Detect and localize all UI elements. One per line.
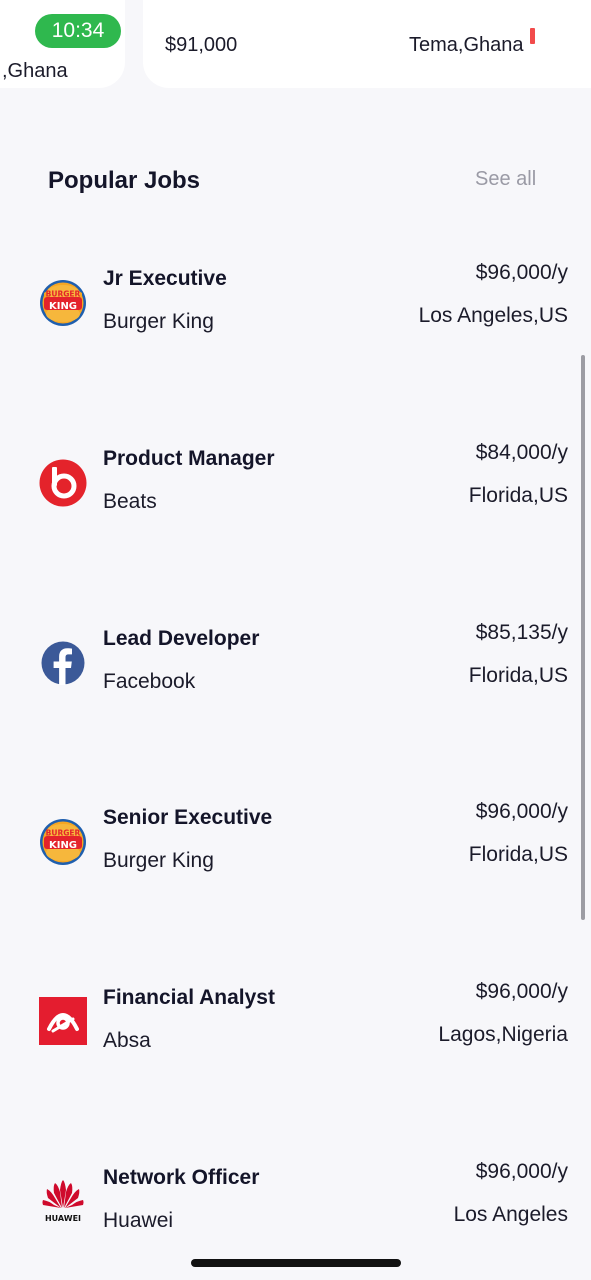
job-location: Los Angeles [453, 1203, 568, 1226]
job-list-item[interactable]: BURGER KING Senior Executive Burger King… [0, 800, 591, 938]
beats-logo-icon [39, 459, 87, 507]
job-location: Florida,US [468, 664, 568, 687]
recording-indicator [530, 28, 535, 44]
huawei-logo-icon: HUAWEI [39, 1176, 87, 1224]
featured-job-location: ,Ghana [2, 60, 68, 82]
home-indicator[interactable] [191, 1259, 401, 1267]
scrollbar[interactable] [581, 355, 585, 920]
logo-lettering: BURGER [46, 829, 81, 838]
job-salary: $96,000/y [475, 1160, 568, 1183]
job-company: Beats [103, 490, 157, 513]
job-location: Florida,US [468, 484, 568, 507]
absa-logo-icon [39, 997, 87, 1045]
job-location: Lagos,Nigeria [438, 1023, 568, 1046]
job-list-item[interactable]: Lead Developer Facebook $85,135/y Florid… [0, 621, 591, 759]
featured-job-card-right[interactable]: $91,000 Tema,Ghana [143, 0, 591, 88]
job-title: Network Officer [103, 1166, 260, 1189]
job-location: Los Angeles,US [418, 304, 568, 327]
status-time: 10:34 [35, 14, 121, 48]
job-title: Financial Analyst [103, 986, 275, 1009]
logo-lettering: BURGER [46, 290, 81, 299]
job-list-item[interactable]: BURGER KING Jr Executive Burger King $96… [0, 261, 591, 399]
job-title: Lead Developer [103, 627, 260, 650]
facebook-logo-icon [41, 641, 85, 685]
job-salary: $84,000/y [475, 441, 568, 464]
screen: ,Ghana 10:34 $91,000 Tema,Ghana Popular … [0, 0, 591, 1280]
job-company: Huawei [103, 1209, 174, 1232]
job-list-item[interactable]: Product Manager Beats $84,000/y Florida,… [0, 441, 591, 579]
job-salary: $96,000/y [475, 980, 568, 1003]
burger-king-logo-icon: BURGER KING [39, 279, 87, 327]
job-salary: $96,000/y [475, 261, 568, 284]
job-title: Jr Executive [103, 267, 227, 290]
logo-lettering: HUAWEI [45, 1214, 81, 1223]
featured-job-salary: $91,000 [165, 34, 238, 56]
job-company: Burger King [103, 849, 214, 872]
job-company: Facebook [103, 670, 196, 693]
job-location: Florida,US [468, 843, 568, 866]
job-list-item[interactable]: Financial Analyst Absa $96,000/y Lagos,N… [0, 980, 591, 1118]
job-company: Burger King [103, 310, 214, 333]
job-salary: $96,000/y [475, 800, 568, 823]
section-title: Popular Jobs [48, 167, 201, 194]
burger-king-logo-icon: BURGER KING [39, 818, 87, 866]
logo-lettering: KING [49, 301, 77, 312]
job-title: Product Manager [103, 447, 275, 470]
job-company: Absa [103, 1029, 151, 1052]
job-title: Senior Executive [103, 806, 273, 829]
featured-job-location: Tema,Ghana [409, 34, 524, 56]
job-salary: $85,135/y [475, 621, 568, 644]
see-all-link[interactable]: See all [475, 168, 536, 191]
logo-lettering: KING [49, 840, 77, 851]
